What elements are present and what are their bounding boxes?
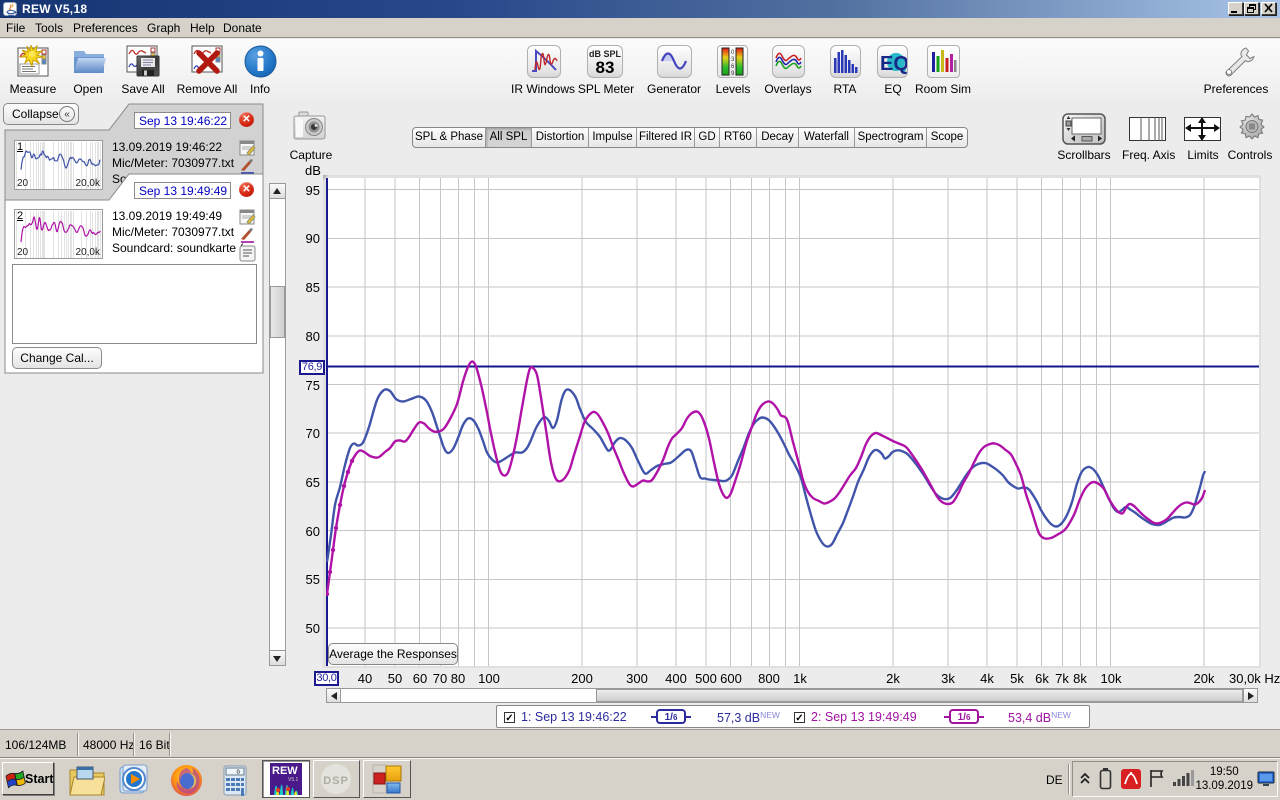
- svg-text:3: 3: [731, 57, 735, 63]
- svg-text:V5.1: V5.1: [288, 777, 299, 783]
- svg-text:EQ: EQ: [880, 53, 907, 75]
- svg-text:0: 0: [236, 769, 240, 776]
- svg-text:DSP: DSP: [323, 775, 349, 787]
- svg-text:9: 9: [731, 71, 735, 77]
- svg-text:REW: REW: [272, 765, 298, 777]
- svg-text:6: 6: [731, 64, 735, 70]
- svg-text:0: 0: [731, 50, 735, 56]
